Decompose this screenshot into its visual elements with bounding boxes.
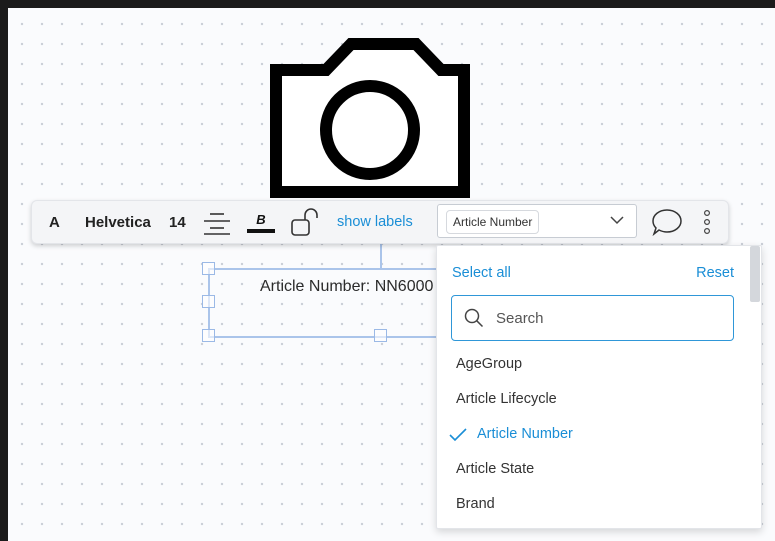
font-button[interactable]: A bbox=[49, 201, 60, 243]
font-family-select[interactable]: Helvetica bbox=[85, 201, 151, 243]
font-size-select[interactable]: 14 bbox=[169, 201, 186, 243]
comment-icon[interactable] bbox=[650, 201, 684, 243]
option-article-lifecycle[interactable]: Article Lifecycle bbox=[456, 391, 557, 407]
field-options-panel: Select all Reset AgeGroup Article Lifecy… bbox=[436, 245, 762, 529]
selection-border-bottom bbox=[208, 336, 448, 338]
search-box[interactable] bbox=[451, 295, 734, 341]
field-select-dropdown[interactable]: Article Number bbox=[437, 204, 637, 238]
option-article-state[interactable]: Article State bbox=[456, 461, 534, 477]
resize-handle-middle-left[interactable] bbox=[202, 295, 215, 308]
camera-icon[interactable] bbox=[266, 36, 474, 202]
selection-border-top bbox=[208, 268, 448, 270]
selection-guide-vertical bbox=[380, 244, 382, 270]
scrollbar[interactable] bbox=[750, 246, 760, 302]
reset-link[interactable]: Reset bbox=[696, 265, 734, 281]
select-all-link[interactable]: Select all bbox=[452, 265, 511, 281]
search-icon bbox=[464, 308, 484, 328]
show-labels-link[interactable]: show labels bbox=[337, 201, 413, 243]
resize-handle-bottom-middle[interactable] bbox=[374, 329, 387, 342]
option-brand[interactable]: Brand bbox=[456, 496, 495, 512]
option-article-number[interactable]: Article Number bbox=[477, 426, 573, 442]
resize-handle-bottom-left[interactable] bbox=[202, 329, 215, 342]
bold-underline-icon[interactable]: B bbox=[245, 201, 277, 243]
text-toolbar: A Helvetica 14 B show labels Article Num… bbox=[31, 200, 729, 244]
unlock-icon[interactable] bbox=[290, 201, 322, 243]
chevron-down-icon[interactable] bbox=[610, 215, 624, 225]
article-number-text[interactable]: Article Number: NN6000 bbox=[260, 278, 433, 296]
align-center-icon[interactable] bbox=[202, 201, 232, 243]
selected-field-chip[interactable]: Article Number bbox=[446, 210, 540, 234]
check-icon bbox=[449, 428, 467, 442]
resize-handle-top-left[interactable] bbox=[202, 262, 215, 275]
search-input[interactable] bbox=[494, 308, 718, 328]
bold-glyph: B bbox=[256, 212, 265, 227]
more-vertical-icon[interactable] bbox=[702, 201, 712, 243]
option-agegroup[interactable]: AgeGroup bbox=[456, 356, 522, 372]
